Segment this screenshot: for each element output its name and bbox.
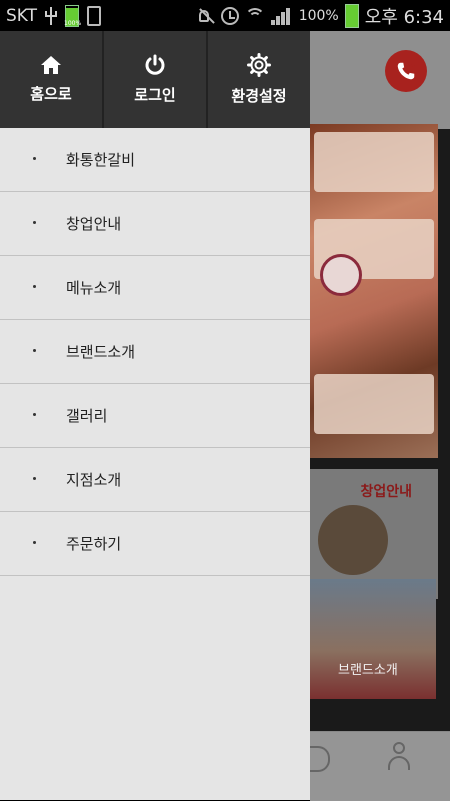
franchise-card-label: 창업안내 (360, 484, 412, 500)
menu-item-brand[interactable]: 브랜드소개 (0, 320, 310, 384)
mute-icon (197, 8, 215, 24)
menu-item-label: 화통한갈비 (66, 151, 136, 169)
login-button-label: 로그인 (134, 86, 176, 104)
bullet-icon (33, 221, 36, 224)
menu-item-branches[interactable]: 지점소개 (0, 448, 310, 512)
settings-button-label: 환경설정 (231, 87, 287, 105)
menu-item-label: 창업안내 (66, 215, 122, 233)
brand-card[interactable]: 브랜드소개 (310, 579, 436, 699)
alarm-icon (220, 6, 239, 25)
phone-call-icon[interactable] (385, 50, 427, 92)
menu-item-label: 갤러리 (66, 407, 108, 425)
food-banner-image[interactable] (310, 124, 438, 458)
menu-item-label: 브랜드소개 (66, 343, 136, 361)
navigation-drawer: 홈으로 로그인 환경설정 화통한갈비 창업안내 메뉴소개 브랜드소개 갤러리 지… (0, 31, 310, 800)
bullet-icon (33, 349, 36, 352)
bullet-icon (33, 477, 36, 480)
user-icon[interactable] (386, 742, 412, 772)
menu-item-gallery[interactable]: 갤러리 (0, 384, 310, 448)
gear-icon (247, 53, 271, 77)
heart-icon[interactable] (310, 746, 330, 772)
menu-item-menu[interactable]: 메뉴소개 (0, 256, 310, 320)
usb-icon (45, 6, 58, 25)
menu-item-franchise[interactable]: 창업안내 (0, 192, 310, 256)
menu-item-label: 메뉴소개 (66, 279, 122, 297)
bullet-icon (33, 541, 36, 544)
menu-item-brand-home[interactable]: 화통한갈비 (0, 128, 310, 192)
menu-item-label: 주문하기 (66, 535, 122, 553)
brand-card-label: 브랜드소개 (338, 663, 398, 678)
battery-small-label: 100% (64, 19, 82, 27)
home-button-label: 홈으로 (30, 85, 72, 103)
drawer-menu: 화통한갈비 창업안내 메뉴소개 브랜드소개 갤러리 지점소개 주문하기 (0, 128, 310, 576)
signal-icon (270, 7, 293, 25)
menu-item-label: 지점소개 (66, 471, 122, 489)
home-icon (41, 56, 61, 74)
settings-button[interactable]: 환경설정 (208, 31, 310, 128)
bullet-icon (33, 157, 36, 160)
bottom-nav (310, 731, 450, 801)
power-icon (145, 54, 165, 75)
clock: 오후 6:34 (364, 6, 444, 28)
device-icon (87, 5, 102, 26)
menu-item-order[interactable]: 주문하기 (0, 512, 310, 576)
battery-full-icon: 100% (64, 4, 82, 27)
battery-icon (344, 3, 359, 28)
battery-percent: 100% (298, 7, 339, 24)
bullet-icon (33, 413, 36, 416)
garlic-image (320, 254, 362, 296)
home-button[interactable]: 홈으로 (0, 31, 104, 128)
drawer-top-buttons: 홈으로 로그인 환경설정 (0, 31, 310, 128)
bullet-icon (33, 285, 36, 288)
login-button[interactable]: 로그인 (104, 31, 208, 128)
noodle-image (318, 505, 388, 575)
status-bar: SKT 100% 100% 오후 6:34 (0, 0, 450, 31)
carrier-label: SKT (6, 5, 38, 26)
wifi-icon (244, 7, 265, 24)
